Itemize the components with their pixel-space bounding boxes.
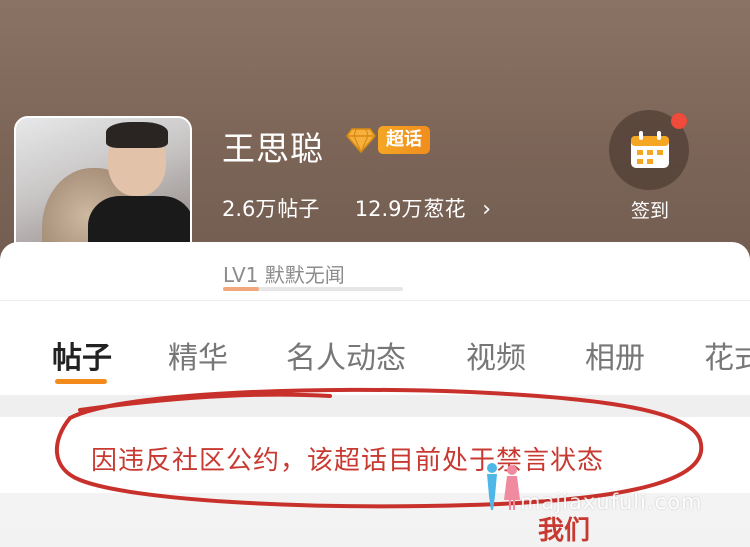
notification-dot xyxy=(671,113,687,129)
profile-card xyxy=(0,242,750,300)
watermark-figures xyxy=(487,463,520,510)
tab-featured[interactable]: 精华 xyxy=(168,333,228,377)
tab-albums[interactable]: 相册 xyxy=(585,333,645,377)
tab-bar: 帖子 精华 名人动态 视频 相册 花式 xyxy=(0,300,750,396)
diamond-icon xyxy=(346,128,376,153)
fans-count: 12.9万 xyxy=(354,197,423,221)
supertopic-badge: 超话 xyxy=(378,126,430,154)
ban-notice: 因违反社区公约，该超话目前处于禁言状态 xyxy=(91,446,605,476)
fans-label: 葱花 xyxy=(423,197,466,221)
checkin-label: 签到 xyxy=(631,200,670,222)
tab-celebrity-news[interactable]: 名人动态 xyxy=(286,333,406,377)
page-title: 王思聪 xyxy=(222,129,324,168)
active-tab-indicator xyxy=(55,379,107,384)
chevron-right-icon: › xyxy=(482,197,492,222)
level-progress-bar xyxy=(223,287,403,291)
watermark: majiaxufuli.com xyxy=(520,490,703,514)
tab-more[interactable]: 花式 xyxy=(704,333,750,377)
tab-videos[interactable]: 视频 xyxy=(466,333,526,377)
level-label: LV1 默默无闻 xyxy=(223,263,345,287)
stats-row[interactable]: 2.6万帖子 12.9万葱花 › xyxy=(222,193,491,223)
level-progress-fill xyxy=(223,287,259,291)
calendar-icon xyxy=(631,131,669,168)
posts-count: 2.6万 xyxy=(222,197,277,221)
posts-label: 帖子 xyxy=(277,197,320,221)
tab-posts[interactable]: 帖子 xyxy=(52,333,112,377)
